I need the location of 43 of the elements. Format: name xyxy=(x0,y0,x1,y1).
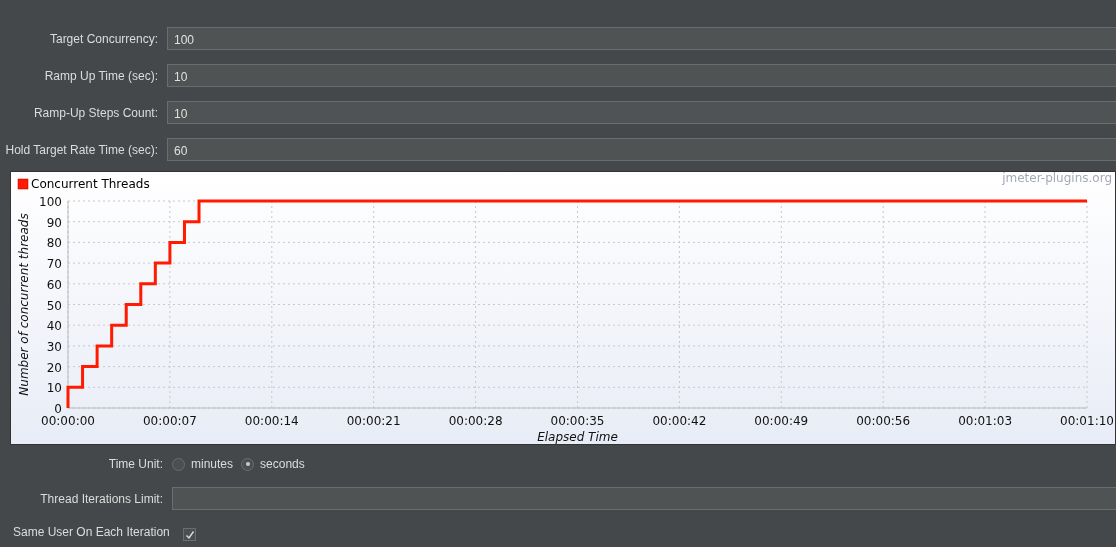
checkbox-label: Same User On Each Iteration xyxy=(13,524,170,542)
x-tick-label: 00:00:07 xyxy=(142,414,197,428)
y-tick-label: 30 xyxy=(46,339,62,354)
y-tick-label: 40 xyxy=(46,319,62,334)
field-label: Ramp Up Time (sec): xyxy=(43,68,158,83)
y-tick-label: 90 xyxy=(46,215,62,230)
radio-label[interactable]: seconds xyxy=(260,457,305,471)
x-tick-label: 00:00:21 xyxy=(346,414,401,428)
x-tick-label: 00:00:49 xyxy=(754,414,809,428)
x-axis-title: Elapsed Time xyxy=(537,430,618,444)
radio-label[interactable]: minutes xyxy=(191,457,234,471)
y-tick-label: 10 xyxy=(46,381,62,396)
y-tick-label: 60 xyxy=(46,277,62,292)
y-tick-label: 50 xyxy=(46,298,62,313)
y-tick-label: 20 xyxy=(46,360,62,375)
y-tick-label: 100 xyxy=(39,195,62,209)
text-field[interactable]: 10 xyxy=(167,101,1116,124)
x-tick-label: 00:00:14 xyxy=(244,414,299,428)
text-field[interactable]: 60 xyxy=(167,138,1116,161)
x-tick-label: 00:00:56 xyxy=(856,414,911,428)
radio-button[interactable] xyxy=(241,457,255,471)
x-tick-label: 00:00:35 xyxy=(550,414,605,428)
x-tick-label: 00:01:10 xyxy=(1060,414,1114,428)
x-tick-label: 00:01:03 xyxy=(958,414,1013,428)
field-label: Ramp-Up Steps Count: xyxy=(32,105,158,120)
field-label: Hold Target Rate Time (sec): xyxy=(4,142,158,157)
legend-label: Concurrent Threads xyxy=(31,177,150,191)
x-tick-label: 00:00:00 xyxy=(41,414,95,428)
y-tick-label: 70 xyxy=(46,257,62,272)
checkbox[interactable] xyxy=(183,528,196,541)
y-axis-title: Number of concurrent threads xyxy=(17,213,31,396)
time-unit-label: Time Unit: xyxy=(107,457,163,471)
y-tick-label: 0 xyxy=(54,402,62,416)
x-tick-label: 00:00:28 xyxy=(448,414,503,428)
field-label: Target Concurrency: xyxy=(48,31,158,46)
x-tick-label: 00:00:42 xyxy=(652,414,707,428)
radio-button[interactable] xyxy=(172,457,185,471)
field-label: Thread Iterations Limit: xyxy=(39,491,163,506)
iterations-limit-field[interactable] xyxy=(172,487,1116,510)
watermark-text: jmeter-plugins.org xyxy=(1002,172,1112,185)
text-field[interactable]: 100 xyxy=(167,27,1116,50)
y-tick-label: 80 xyxy=(46,236,62,251)
text-field[interactable]: 10 xyxy=(167,64,1116,87)
